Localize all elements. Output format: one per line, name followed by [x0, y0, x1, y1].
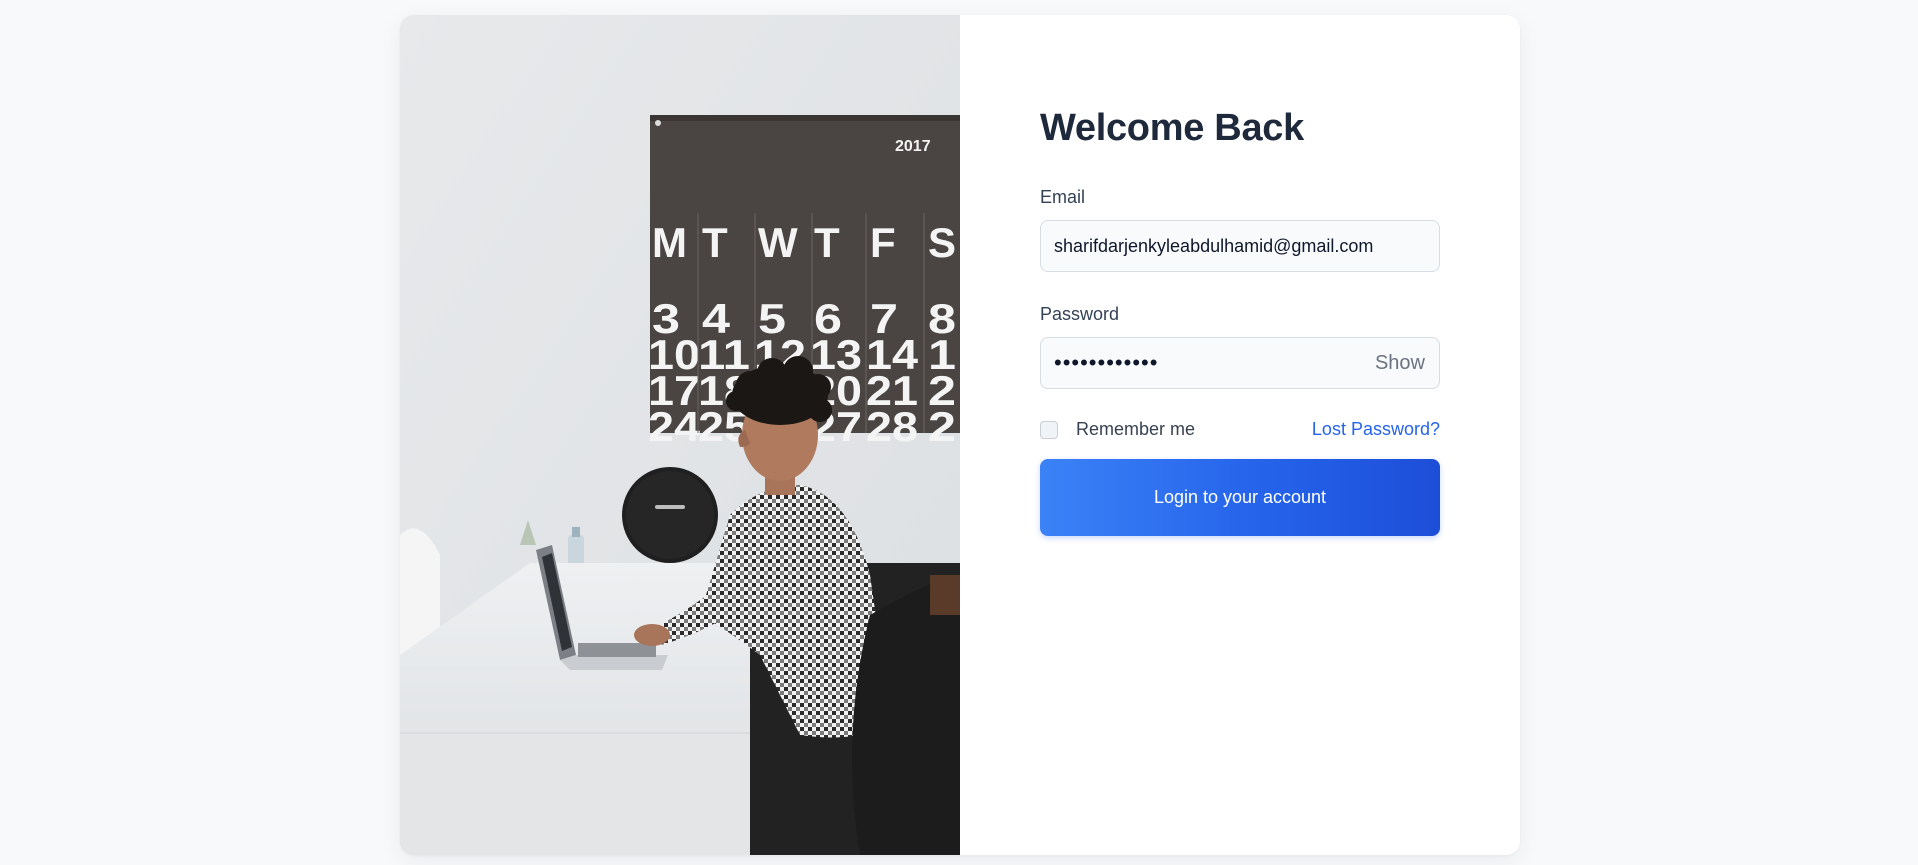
calendar-date: 24 [648, 403, 701, 450]
speaker [622, 467, 718, 563]
calendar-year: 2017 [895, 138, 931, 155]
lost-password-link[interactable]: Lost Password? [1312, 419, 1440, 440]
calendar-day-label: T [702, 219, 728, 266]
remember-me-label[interactable]: Remember me [1076, 419, 1195, 440]
calendar-day-label: S [928, 219, 956, 266]
password-value: •••••••••••• [1054, 350, 1159, 375]
login-form: Welcome Back Email Password ••••••••••••… [960, 15, 1520, 855]
calendar-day-label: T [814, 219, 840, 266]
email-field[interactable] [1041, 221, 1439, 271]
calendar-date: 28 [866, 403, 918, 450]
page-title: Welcome Back [1040, 107, 1304, 149]
login-button[interactable]: Login to your account [1040, 459, 1440, 536]
email-label: Email [1040, 187, 1086, 207]
remember-me-checkbox[interactable] [1040, 421, 1058, 439]
password-field[interactable]: •••••••••••• Show [1040, 337, 1440, 389]
calendar-day-label: F [870, 219, 896, 266]
calendar-day-label: W [758, 219, 798, 266]
hero-photo: 2017 MTWTFS 3456781011121314117181920212… [400, 15, 960, 855]
email-field-wrapper [1040, 220, 1440, 272]
calendar-day-label: M [652, 219, 687, 266]
calendar-date: 2 [928, 403, 956, 450]
password-label: Password [1040, 304, 1120, 324]
login-card: 2017 MTWTFS 3456781011121314117181920212… [400, 15, 1520, 855]
show-password-button[interactable]: Show [1375, 338, 1425, 388]
